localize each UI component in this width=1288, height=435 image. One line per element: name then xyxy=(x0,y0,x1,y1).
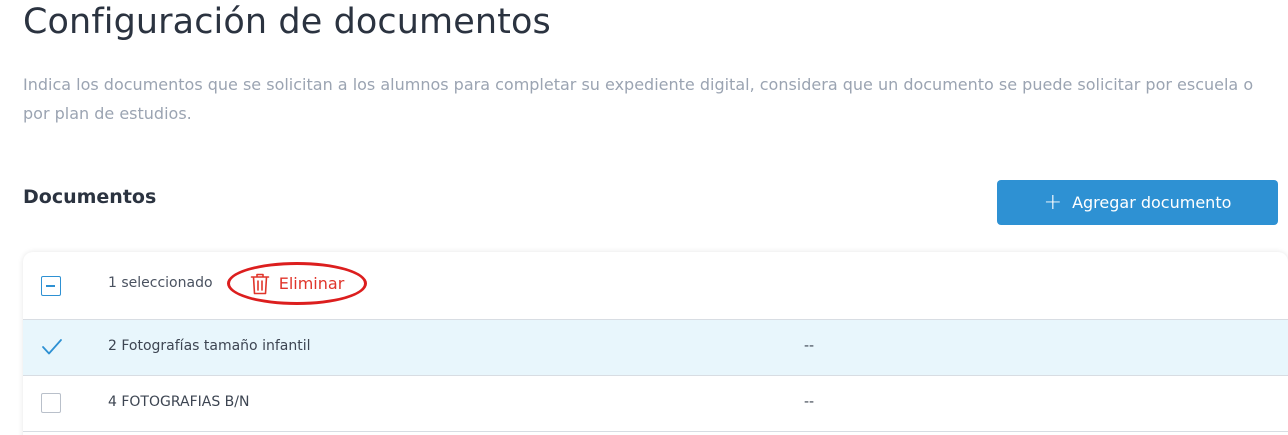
row-checkbox[interactable] xyxy=(41,393,61,413)
page-description: Indica los documentos que se solicitan a… xyxy=(23,75,1254,123)
table-row[interactable]: 2 Fotografías tamaño infantil -- xyxy=(23,320,1288,376)
documents-table: 1 seleccionado Eliminar 2 Fotografías ta… xyxy=(23,252,1288,435)
minus-icon xyxy=(46,285,55,287)
delete-label: Eliminar xyxy=(278,274,345,293)
select-all-checkbox[interactable] xyxy=(41,276,61,296)
trash-icon xyxy=(250,273,270,295)
document-value: -- xyxy=(804,394,815,410)
table-toolbar: 1 seleccionado Eliminar xyxy=(23,252,1288,320)
row-checkbox-checked[interactable] xyxy=(41,337,62,357)
add-document-label: Agregar documento xyxy=(1072,193,1232,212)
document-name: 2 Fotografías tamaño infantil xyxy=(108,338,311,354)
document-settings-page: Configuración de documentos Indica los d… xyxy=(0,0,1288,435)
add-document-button[interactable]: + Agregar documento xyxy=(997,180,1278,225)
document-name: 4 FOTOGRAFIAS B/N xyxy=(108,394,250,410)
selected-count: 1 seleccionado xyxy=(108,275,213,291)
plus-icon: + xyxy=(1043,189,1063,215)
page-title: Configuración de documentos xyxy=(23,2,551,42)
delete-button[interactable]: Eliminar xyxy=(227,262,367,305)
section-title: Documentos xyxy=(23,186,157,208)
table-row[interactable]: 4 FOTOGRAFIAS B/N -- xyxy=(23,376,1288,432)
document-value: -- xyxy=(804,338,815,354)
checkmark-icon xyxy=(42,339,62,355)
